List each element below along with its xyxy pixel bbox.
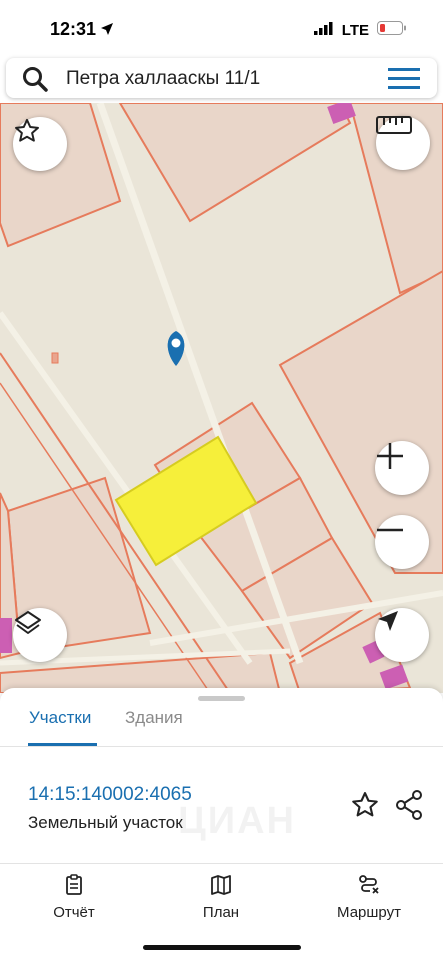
nav-plan[interactable]: План [161, 874, 281, 921]
share-icon[interactable] [395, 790, 423, 825]
battery-icon [377, 21, 407, 40]
my-location-button[interactable] [375, 608, 429, 662]
tab-buildings[interactable]: Здания [125, 708, 183, 728]
map-building [51, 352, 59, 364]
tabs-divider [0, 746, 443, 747]
nav-plan-label: План [202, 904, 240, 921]
signal-icon [313, 21, 334, 40]
status-bar: 12:31 LTE [0, 0, 443, 56]
layers-button[interactable] [13, 608, 67, 662]
network-type: LTE [341, 22, 369, 39]
favorite-parcel-icon[interactable] [350, 790, 380, 825]
location-marker-icon[interactable] [167, 331, 185, 366]
tab-plots[interactable]: Участки [29, 708, 91, 728]
map-parcel [118, 103, 352, 223]
zoom-out-button[interactable] [375, 515, 429, 569]
ruler-button[interactable] [376, 116, 430, 170]
nav-report-label: Отчёт [53, 904, 95, 921]
bottom-sheet: Участки Здания ЦИАН 14:15:140002:4065 Зе… [0, 688, 443, 960]
search-input[interactable]: Петра халлааскы 11/1 [66, 68, 260, 90]
route-icon [358, 875, 380, 900]
search-icon[interactable] [22, 66, 48, 97]
status-indicators: LTE [313, 21, 407, 40]
nav-route-label: Маршрут [337, 904, 401, 921]
nav-report[interactable]: Отчёт [14, 874, 134, 921]
menu-icon[interactable] [388, 68, 420, 95]
location-arrow-icon [100, 22, 114, 41]
parcel-type: Земельный участок [28, 813, 183, 832]
nav-divider [0, 863, 443, 864]
map-building [0, 618, 12, 653]
watermark: ЦИАН [178, 800, 296, 842]
search-bar[interactable]: Петра халлааскы 11/1 [6, 58, 437, 98]
cadastral-map[interactable] [0, 103, 443, 693]
home-indicator [143, 945, 301, 950]
status-time: 12:31 [50, 19, 97, 39]
nav-route[interactable]: Маршрут [309, 874, 429, 921]
favorite-map-button[interactable] [13, 117, 67, 171]
sheet-drag-handle[interactable] [198, 696, 245, 701]
report-icon [63, 874, 85, 900]
map-plan-icon [210, 875, 232, 900]
parcel-cadastral-number[interactable]: 14:15:140002:4065 [28, 784, 192, 806]
map-canvas[interactable] [0, 103, 443, 693]
zoom-in-button[interactable] [375, 441, 429, 495]
